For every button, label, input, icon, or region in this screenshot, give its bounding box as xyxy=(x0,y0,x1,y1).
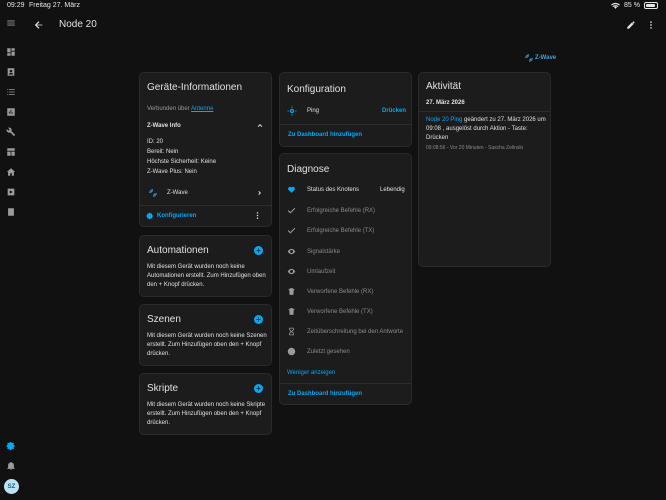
check-icon xyxy=(287,226,296,235)
check-icon xyxy=(287,206,296,215)
zwave-security: Höchste Sicherheit: Keine xyxy=(147,159,217,165)
energy-icon[interactable] xyxy=(5,146,17,158)
chevron-right-icon[interactable] xyxy=(256,189,264,199)
heart-pulse-icon xyxy=(287,185,296,194)
diagnostic-row[interactable]: Erfolgreiche Befehle (RX) xyxy=(307,208,375,214)
ping-label: Ping xyxy=(307,108,320,114)
node-status-value: Lebendig xyxy=(380,187,405,193)
activity-date: 27. März 2026 xyxy=(426,100,465,106)
sidebar: SZ xyxy=(0,11,22,500)
dashboard-icon[interactable] xyxy=(5,46,17,58)
node-status-label: Status des Knotens xyxy=(307,187,360,193)
activity-card: Aktivität 27. März 2026 Node 20 Ping geä… xyxy=(418,72,551,267)
todo-icon[interactable] xyxy=(5,206,17,218)
entity-link[interactable]: Node 20 Ping xyxy=(426,117,462,123)
scenes-card: Szenen + Mit diesem Gerät wurden noch ke… xyxy=(139,304,272,366)
back-arrow-icon[interactable] xyxy=(34,20,44,30)
gear-icon[interactable] xyxy=(146,212,154,222)
connected-via: Verbunden über Antenne xyxy=(147,106,214,112)
scenes-empty-text: Mit diesem Gerät wurden noch keine Szene… xyxy=(147,333,267,357)
scripts-title: Skripte xyxy=(147,383,179,394)
status-date: Freitag 27. März xyxy=(29,2,80,9)
activity-entry: Node 20 Ping geändert zu 27. März 2026 u… xyxy=(426,116,548,143)
diagnostics-title: Diagnose xyxy=(287,164,330,175)
history-icon[interactable] xyxy=(5,106,17,118)
zwave-ready: Bereit: Nein xyxy=(147,149,179,155)
divider xyxy=(280,124,411,125)
battery-percent: 85 % xyxy=(624,2,640,9)
zwave-id: ID: 20 xyxy=(147,139,164,145)
diagnostic-row[interactable]: Verworfene Befehle (TX) xyxy=(307,309,373,315)
device-info-title: Geräte-Informationen xyxy=(147,82,243,93)
status-time: 09:29 xyxy=(7,2,25,9)
device-info-card: Geräte-Informationen Verbunden über Ante… xyxy=(139,72,272,227)
eye-icon xyxy=(287,267,296,276)
add-automation-button[interactable]: + xyxy=(254,246,263,255)
logbook-icon[interactable] xyxy=(5,86,17,98)
divider xyxy=(140,205,271,206)
more-vertical-icon[interactable] xyxy=(253,211,262,222)
top-app-bar: Node 20 xyxy=(22,11,666,39)
trash-icon xyxy=(287,307,296,316)
automations-title: Automationen xyxy=(147,245,209,256)
status-bar: 09:29 Freitag 27. März 85 % xyxy=(0,0,666,11)
scripts-card: Skripte + Mit diesem Gerät wurden noch k… xyxy=(139,373,272,435)
ping-icon xyxy=(287,106,297,118)
zwave-info-header[interactable]: Z-Wave Info xyxy=(147,123,181,129)
notifications-icon[interactable] xyxy=(5,460,17,472)
integration-label[interactable]: Z-Wave xyxy=(167,190,188,196)
scripts-empty-text: Mit diesem Gerät wurden noch keine Skrip… xyxy=(147,402,266,426)
zwave-logo-text: Z-Wave xyxy=(535,55,557,61)
divider xyxy=(419,111,550,112)
pencil-icon[interactable] xyxy=(626,20,636,30)
avatar[interactable]: SZ xyxy=(4,479,19,494)
add-scene-button[interactable]: + xyxy=(254,315,263,324)
page-title: Node 20 xyxy=(59,19,97,30)
media-icon[interactable] xyxy=(5,186,17,198)
scenes-title: Szenen xyxy=(147,314,181,325)
wifi-icon xyxy=(611,2,621,9)
automations-card: Automationen + Mit diesem Gerät wurden n… xyxy=(139,235,272,297)
trash-icon xyxy=(287,287,296,296)
diagnostic-row[interactable]: Zeitüberschreitung bei den Antworte xyxy=(307,329,403,335)
activity-title: Aktivität xyxy=(426,81,462,92)
zwave-integration-icon xyxy=(148,188,158,200)
map-badge-icon[interactable] xyxy=(5,66,17,78)
divider xyxy=(280,383,411,384)
diagnostic-row[interactable]: Zuletzt gesehen xyxy=(307,349,350,355)
home-icon[interactable] xyxy=(5,166,17,178)
automations-empty-text: Mit diesem Gerät wurden noch keine Autom… xyxy=(147,264,266,288)
wrench-icon[interactable] xyxy=(5,126,17,138)
configure-button[interactable]: Konfigurieren xyxy=(157,213,196,219)
add-to-dashboard-button[interactable]: Zu Dashboard hinzufügen xyxy=(288,391,362,397)
battery-icon xyxy=(644,2,658,9)
settings-icon[interactable] xyxy=(5,440,17,452)
configuration-title: Konfiguration xyxy=(287,84,346,95)
more-vertical-icon[interactable] xyxy=(646,20,656,30)
activity-meta: 09:08:56 - Vor 20 Minuten - Sascha Zelin… xyxy=(426,145,523,151)
diagnostic-row[interactable]: Verworfene Befehle (RX) xyxy=(307,289,373,295)
menu-icon[interactable] xyxy=(5,17,17,29)
add-to-dashboard-button[interactable]: Zu Dashboard hinzufügen xyxy=(288,132,362,138)
antenna-link[interactable]: Antenne xyxy=(191,106,213,112)
press-button[interactable]: Drücken xyxy=(382,108,406,114)
chevron-up-icon[interactable] xyxy=(256,122,264,132)
zwave-plus: Z-Wave Plus: Nein xyxy=(147,169,197,175)
hourglass-icon xyxy=(287,327,296,336)
clock-icon xyxy=(287,347,296,356)
diagnostic-row[interactable]: Umlaufzeit xyxy=(307,269,335,275)
zwave-logo-icon xyxy=(525,54,533,62)
diagnostic-row[interactable]: Erfolgreiche Befehle (TX) xyxy=(307,228,374,234)
configuration-card: Konfiguration Ping Drücken Zu Dashboard … xyxy=(279,72,412,147)
eye-icon xyxy=(287,247,296,256)
zwave-logo: Z-Wave xyxy=(524,53,556,63)
add-script-button[interactable]: + xyxy=(254,384,263,393)
diagnostics-card: Diagnose Status des Knotens Lebendig Erf… xyxy=(279,153,412,405)
diagnostic-row[interactable]: Signalstärke xyxy=(307,249,340,255)
show-less-button[interactable]: Weniger anzeigen xyxy=(287,370,335,376)
